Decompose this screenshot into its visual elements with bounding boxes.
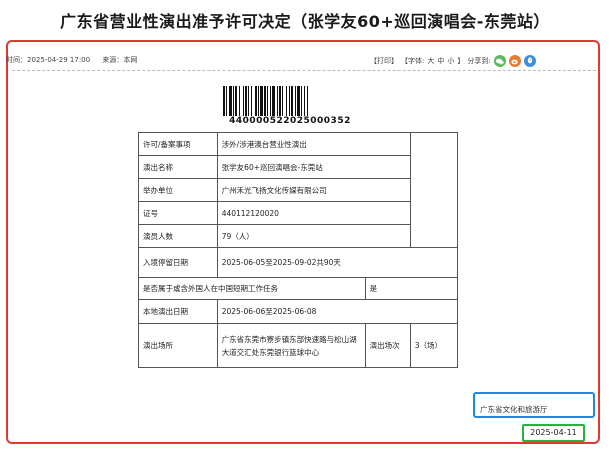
font-small-link[interactable]: 小 <box>447 56 454 66</box>
table-row: 入境停留日期 2025-06-05至2025-09-02共90天 <box>138 247 459 278</box>
barcode-bar <box>251 86 252 116</box>
barcode-bar <box>267 86 268 116</box>
font-size-label: 【字体: <box>401 57 425 65</box>
barcode-bar <box>233 86 234 116</box>
barcode-image <box>223 86 308 116</box>
barcode-bar <box>301 86 302 116</box>
table-row: 演出名称 张学友60+巡回演唱会-东莞站 <box>138 155 458 179</box>
page-title: 广东省营业性演出准予许可决定（张学友60+巡回演唱会-东莞站） <box>60 12 550 31</box>
barcode-bar <box>245 86 247 116</box>
barcode-bar <box>297 86 300 116</box>
barcode-bar <box>226 86 227 116</box>
barcode-bar <box>295 86 296 116</box>
barcode-bar <box>270 86 271 116</box>
share-label: 分享到: <box>467 57 491 65</box>
table-row: 证号 440112120020 <box>138 201 458 225</box>
barcode-number: 440000522025000352 <box>229 116 351 126</box>
permit-table: 许可/备案事项 涉外/涉港澳台营业性演出 演出名称 张学友60+巡回演唱会-东莞站 举办… <box>138 132 459 368</box>
row-label: 演员人数 <box>138 224 218 248</box>
barcode-bar <box>255 86 257 116</box>
table-row: 演员人数 79（人） <box>138 224 458 248</box>
barcode-bar <box>286 86 287 116</box>
publish-time: 时间：2025-04-29 17:00 <box>6 56 91 64</box>
wechat-share-icon[interactable] <box>493 55 506 67</box>
issue-date: 2025-04-11 <box>530 428 577 437</box>
table-row: 是否属于或含外国人在中国短期工作任务 是 <box>138 277 459 300</box>
venue-label: 演出场所 <box>138 323 218 368</box>
barcode-bar <box>279 86 281 116</box>
stay-period-value: 2025-06-05至2025-09-02共90天 <box>216 247 459 278</box>
table-row: 举办单位 广州禾光飞扬文化传媒有限公司 <box>138 178 458 202</box>
print-link[interactable]: 【打印】 <box>370 56 398 66</box>
row-value: 涉外/涉港澳台营业性演出 <box>216 132 411 156</box>
barcode-bar <box>307 86 308 116</box>
stay-period-label: 入境停留日期 <box>138 247 218 278</box>
barcode-bar <box>243 86 244 116</box>
venue-value: 广东省东莞市寮步镇东部快速路与松山湖大道交汇处东莞银行篮球中心 <box>216 323 366 368</box>
barcode-bar <box>258 86 259 116</box>
article-tools: 【打印】 【字体: 大 中 小 】 分享到: <box>370 55 536 67</box>
sessions-value: 3（场） <box>409 323 459 368</box>
barcode-bar <box>282 86 283 116</box>
short-term-work-value: 是 <box>364 277 459 300</box>
barcode-bar <box>277 86 278 116</box>
barcode-bar <box>223 86 225 116</box>
row-value: 79（人） <box>216 224 411 248</box>
article-meta: 时间：2025-04-29 17:00 来源：本网 <box>6 55 147 65</box>
barcode-bar <box>289 86 290 116</box>
barcode-bar <box>239 86 240 116</box>
barcode-bar <box>235 86 237 116</box>
header-divider <box>12 70 596 71</box>
row-value: 广州禾光飞扬文化传媒有限公司 <box>216 178 411 202</box>
font-size-close: 】 <box>457 57 465 65</box>
barcode-bar <box>304 86 305 116</box>
short-term-work-label: 是否属于或含外国人在中国短期工作任务 <box>138 277 366 300</box>
local-dates-value: 2025-06-06至2025-06-08 <box>216 299 459 324</box>
row-value: 张学友60+巡回演唱会-东莞站 <box>216 155 411 179</box>
row-value: 440112120020 <box>216 201 411 225</box>
table-row: 本地演出日期 2025-06-06至2025-06-08 <box>138 299 459 324</box>
barcode-bar <box>229 86 232 116</box>
sessions-label: 演出场次 <box>364 323 411 368</box>
row-label: 许可/备案事项 <box>138 132 218 156</box>
row-label: 演出名称 <box>138 155 218 179</box>
barcode-bar <box>248 86 249 116</box>
row-label: 举办单位 <box>138 178 218 202</box>
font-large-link[interactable]: 大 <box>427 56 434 66</box>
barcode-bar <box>272 86 275 116</box>
weibo-share-icon[interactable] <box>508 55 521 67</box>
table-row: 许可/备案事项 涉外/涉港澳台营业性演出 <box>138 132 459 248</box>
publish-source: 来源：本网 <box>102 56 138 64</box>
qq-share-icon[interactable] <box>523 55 536 67</box>
row-label: 证号 <box>138 201 218 225</box>
barcode-bar <box>260 86 263 116</box>
table-row: 演出场所 广东省东莞市寮步镇东部快速路与松山湖大道交汇处东莞银行篮球中心 演出场… <box>138 323 459 368</box>
barcode-bar <box>264 86 266 116</box>
local-dates-label: 本地演出日期 <box>138 299 218 324</box>
font-medium-link[interactable]: 中 <box>437 56 444 66</box>
blue-highlight-box <box>473 392 595 418</box>
empty-cell <box>409 132 459 248</box>
barcode-bar <box>291 86 293 116</box>
